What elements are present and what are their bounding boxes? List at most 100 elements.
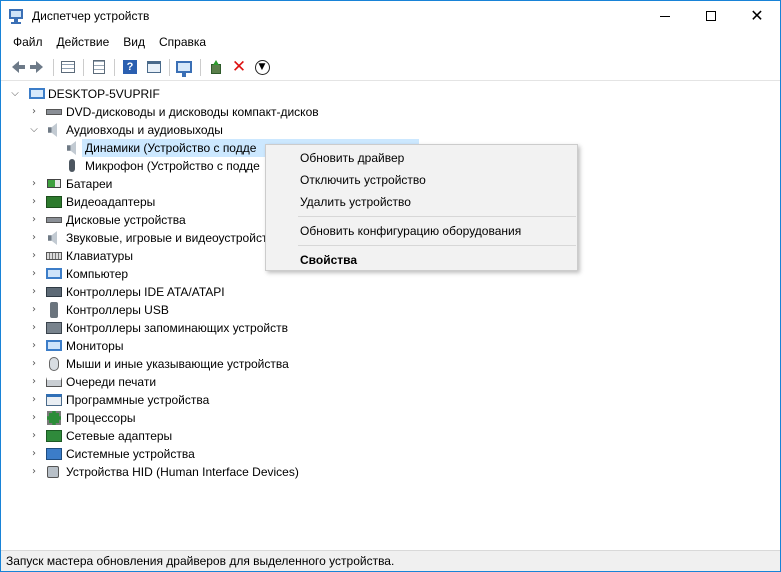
tree-item-system[interactable]: › Системные устройства xyxy=(1,445,401,463)
chevron-down-icon[interactable]: ⌵ xyxy=(10,89,20,99)
device-manager-window: Диспетчер устройств ✕ Файл Действие Вид … xyxy=(0,0,781,572)
update-driver-button[interactable] xyxy=(207,58,225,76)
ide-icon xyxy=(46,287,62,297)
hid-icon xyxy=(47,466,59,478)
context-update-driver[interactable]: Обновить драйвер xyxy=(300,150,404,166)
uninstall-button[interactable]: ✕ xyxy=(230,58,248,76)
chevron-right-icon[interactable]: › xyxy=(29,197,39,207)
mouse-icon xyxy=(49,357,59,371)
tree-item-print-queues[interactable]: › Очереди печати xyxy=(1,373,401,391)
device-manager-icon xyxy=(9,8,25,24)
chevron-right-icon[interactable]: › xyxy=(29,395,39,405)
tree-item-usb[interactable]: › Контроллеры USB xyxy=(1,301,401,319)
toolbar-separator xyxy=(169,59,170,76)
back-button[interactable] xyxy=(6,58,25,76)
chevron-right-icon[interactable]: › xyxy=(29,287,39,297)
context-uninstall-device[interactable]: Удалить устройство xyxy=(300,194,411,210)
console-tree-button[interactable] xyxy=(59,58,77,76)
chevron-right-icon[interactable]: › xyxy=(29,269,39,279)
tree-item-label: Динамики (Устройство с подде xyxy=(85,141,257,155)
tree-item-label: Контроллеры запоминающих устройств xyxy=(66,321,288,335)
disk-drive-icon xyxy=(46,109,62,115)
tree-item-hid[interactable]: › Устройства HID (Human Interface Device… xyxy=(1,463,401,481)
chevron-right-icon[interactable]: › xyxy=(29,323,39,333)
menu-help[interactable]: Справка xyxy=(152,32,213,52)
tree-item-dvd[interactable]: › DVD-дисководы и дисководы компакт-диск… xyxy=(1,103,401,121)
storage-controller-icon xyxy=(46,322,62,334)
title-bar: Диспетчер устройств ✕ xyxy=(1,1,780,31)
tree-item-label: DVD-дисководы и дисководы компакт-дисков xyxy=(66,105,319,119)
usb-icon xyxy=(50,302,58,318)
toolbar-separator xyxy=(53,59,54,76)
tree-item-label: Батареи xyxy=(66,177,113,191)
action-pane-button[interactable] xyxy=(145,58,163,76)
tree-item-label: Мониторы xyxy=(66,339,124,353)
chevron-right-icon[interactable]: › xyxy=(29,233,39,243)
properties-button[interactable] xyxy=(90,58,108,76)
forward-button[interactable] xyxy=(29,58,48,76)
tree-item-network[interactable]: › Сетевые адаптеры xyxy=(1,427,401,445)
tree-item-label: Дисковые устройства xyxy=(66,213,186,227)
maximize-button[interactable] xyxy=(688,1,734,31)
speaker-icon xyxy=(67,141,76,155)
help-icon: ? xyxy=(123,60,137,74)
close-button[interactable]: ✕ xyxy=(734,1,780,31)
context-scan-hardware[interactable]: Обновить конфигурацию оборудования xyxy=(300,223,521,239)
battery-icon xyxy=(47,179,61,188)
tree-item-software[interactable]: › Программные устройства xyxy=(1,391,401,409)
maximize-icon xyxy=(706,11,716,21)
chevron-right-icon[interactable]: › xyxy=(29,467,39,477)
chevron-right-icon[interactable]: › xyxy=(29,179,39,189)
chevron-right-icon[interactable]: › xyxy=(29,341,39,351)
chevron-right-icon[interactable]: › xyxy=(29,305,39,315)
toolbar-separator xyxy=(114,59,115,76)
status-bar: Запуск мастера обновления драйверов для … xyxy=(1,550,780,571)
tree-item-label: Микрофон (Устройство с подде xyxy=(85,159,260,173)
status-text: Запуск мастера обновления драйверов для … xyxy=(6,554,395,568)
tree-root-label: DESKTOP-5VUPRIF xyxy=(48,87,160,101)
disable-button[interactable]: ▼ xyxy=(253,58,271,76)
context-properties[interactable]: Свойства xyxy=(300,252,357,268)
help-button[interactable]: ? xyxy=(121,58,139,76)
tree-item-mice[interactable]: › Мыши и иные указывающие устройства xyxy=(1,355,401,373)
display-adapter-icon xyxy=(46,196,62,208)
menu-action[interactable]: Действие xyxy=(50,32,117,52)
chevron-right-icon[interactable]: › xyxy=(29,215,39,225)
minimize-button[interactable] xyxy=(642,1,688,31)
tree-item-label: Звуковые, игровые и видеоустройст xyxy=(66,231,268,245)
properties-icon xyxy=(93,60,105,74)
chevron-right-icon[interactable]: › xyxy=(29,449,39,459)
disk-icon xyxy=(46,217,62,223)
tree-item-label: Системные устройства xyxy=(66,447,195,461)
window-title: Диспетчер устройств xyxy=(32,9,150,23)
tree-item-label: Мыши и иные указывающие устройства xyxy=(66,357,289,371)
chevron-right-icon[interactable]: › xyxy=(29,251,39,261)
menu-view[interactable]: Вид xyxy=(116,32,152,52)
chevron-down-icon[interactable]: ⌵ xyxy=(29,125,39,135)
tree-item-monitors[interactable]: › Мониторы xyxy=(1,337,401,355)
forward-icon xyxy=(29,61,43,73)
chevron-right-icon[interactable]: › xyxy=(29,107,39,117)
scan-hardware-icon xyxy=(176,61,192,77)
sound-icon xyxy=(48,231,57,245)
chevron-right-icon[interactable]: › xyxy=(29,377,39,387)
tree-item-ide[interactable]: › Контроллеры IDE ATA/ATAPI xyxy=(1,283,401,301)
tree-root[interactable]: ⌵ DESKTOP-5VUPRIF xyxy=(1,85,401,103)
disable-icon: ▼ xyxy=(254,59,270,75)
scan-hardware-button[interactable] xyxy=(175,58,193,77)
context-disable-device[interactable]: Отключить устройство xyxy=(300,172,426,188)
microphone-icon xyxy=(69,159,75,172)
tree-item-label: Процессоры xyxy=(66,411,136,425)
chevron-right-icon[interactable]: › xyxy=(29,431,39,441)
menu-file[interactable]: Файл xyxy=(6,32,50,52)
context-menu: Обновить драйвер Отключить устройство Уд… xyxy=(265,144,578,271)
processor-icon xyxy=(47,411,61,425)
monitor-icon xyxy=(46,340,62,351)
tree-item-audio[interactable]: ⌵ Аудиовходы и аудиовыходы xyxy=(1,121,401,139)
chevron-right-icon[interactable]: › xyxy=(29,359,39,369)
tree-item-processors[interactable]: › Процессоры xyxy=(1,409,401,427)
tree-item-storage[interactable]: › Контроллеры запоминающих устройств xyxy=(1,319,401,337)
chevron-right-icon[interactable]: › xyxy=(29,413,39,423)
toolbar-separator xyxy=(83,59,84,76)
context-separator xyxy=(298,245,576,246)
